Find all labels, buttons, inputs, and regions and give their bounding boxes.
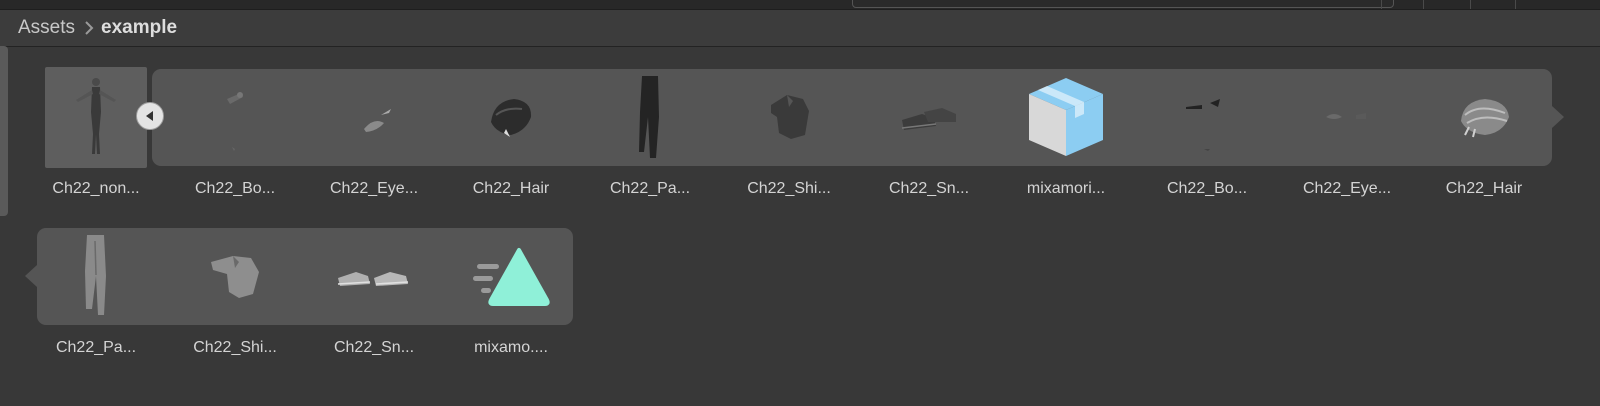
asset-item[interactable]: Ch22_Eye... <box>1277 67 1417 207</box>
pants-mesh-icon <box>600 67 700 167</box>
collapse-arrow-button[interactable] <box>136 102 164 130</box>
asset-item[interactable]: Ch22_Hair <box>1414 67 1554 207</box>
sneakers-mesh-icon <box>879 67 979 167</box>
prefab-cube-icon <box>1016 67 1116 167</box>
asset-label: mixamori... <box>1026 180 1106 197</box>
eyes-material-icon <box>1297 67 1397 167</box>
asset-grid: Ch22_non... Ch22_Bo... Ch22_Eye... Ch22_… <box>0 47 1600 406</box>
toolbar-divider <box>1381 0 1382 9</box>
breadcrumb: Assets example <box>0 10 1600 47</box>
top-toolbar <box>0 0 1600 10</box>
toolbar-divider <box>1423 0 1424 9</box>
asset-label: Ch22_Eye... <box>329 180 419 197</box>
character-model-icon <box>46 67 146 167</box>
asset-label: Ch22_Shi... <box>193 339 277 356</box>
avatar-triangle-icon <box>461 226 561 326</box>
asset-label: mixamo.... <box>474 339 548 356</box>
eyes-mesh-icon <box>324 67 424 167</box>
asset-item[interactable]: Ch22_Sn... <box>304 226 444 366</box>
asset-item[interactable]: Ch22_Pa... <box>26 226 166 366</box>
asset-label: Ch22_Pa... <box>609 180 691 197</box>
shirt-mesh-icon <box>739 67 839 167</box>
asset-label: Ch22_Pa... <box>55 339 137 356</box>
toolbar-divider <box>1470 0 1471 9</box>
pants-material-icon <box>46 226 146 326</box>
body-material-icon <box>1157 67 1257 167</box>
asset-label: Ch22_Hair <box>472 180 550 197</box>
toolbar-divider <box>1515 0 1516 9</box>
asset-label: Ch22_Sn... <box>888 180 970 197</box>
asset-item[interactable]: Ch22_Bo... <box>1137 67 1277 207</box>
asset-label: Ch22_Bo... <box>194 180 276 197</box>
sneakers-material-icon <box>324 226 424 326</box>
hair-material-icon <box>1434 67 1534 167</box>
asset-label: Ch22_non... <box>52 180 140 197</box>
asset-label: Ch22_Sn... <box>333 339 415 356</box>
asset-item[interactable]: Ch22_Sn... <box>859 67 999 207</box>
shirt-material-icon <box>185 226 285 326</box>
asset-label: Ch22_Hair <box>1445 180 1523 197</box>
asset-item[interactable]: mixamori... <box>996 67 1136 207</box>
search-field[interactable] <box>852 0 1394 8</box>
body-mesh-icon <box>185 67 285 167</box>
asset-item[interactable]: Ch22_Pa... <box>580 67 720 207</box>
asset-item[interactable]: Ch22_Shi... <box>165 226 305 366</box>
hair-mesh-icon <box>461 67 561 167</box>
asset-label: Ch22_Shi... <box>747 180 831 197</box>
asset-item[interactable]: Ch22_Hair <box>441 67 581 207</box>
asset-label: Ch22_Bo... <box>1166 180 1248 197</box>
breadcrumb-assets[interactable]: Assets <box>18 17 75 39</box>
asset-item[interactable]: Ch22_Eye... <box>304 67 444 207</box>
chevron-right-icon <box>84 20 94 36</box>
asset-item[interactable]: mixamo.... <box>441 226 581 366</box>
asset-label: Ch22_Eye... <box>1302 180 1392 197</box>
asset-item[interactable]: Ch22_Shi... <box>719 67 859 207</box>
asset-item[interactable]: Ch22_Bo... <box>165 67 305 207</box>
asset-item[interactable]: Ch22_non... <box>26 67 166 207</box>
triangle-left-icon <box>146 111 153 121</box>
breadcrumb-current-folder[interactable]: example <box>101 17 177 39</box>
